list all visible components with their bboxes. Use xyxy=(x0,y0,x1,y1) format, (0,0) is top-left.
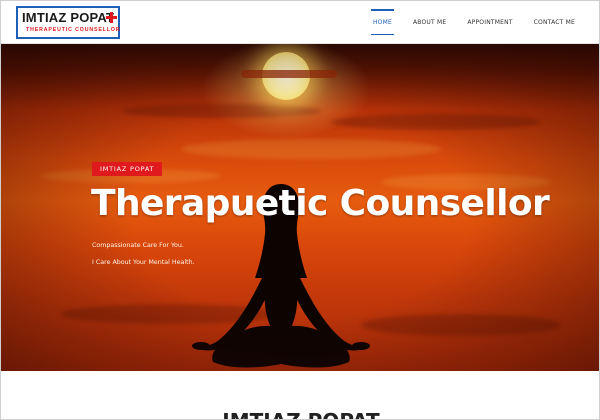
about-section: IMTIAZ POPAT xyxy=(1,371,599,419)
hero-tagline-1: Compassionate Care For You. xyxy=(92,242,184,249)
hero-title: Therapuetic Counsellor xyxy=(91,183,550,224)
red-cross-icon xyxy=(106,12,117,23)
hero-tagline-2: I Care About Your Mental Health. xyxy=(92,259,195,266)
site-logo[interactable]: IMTIAZ POPAT THERAPEUTIC COUNSELLOR xyxy=(16,6,120,39)
hero-banner: IMTIAZ POPAT Therapuetic Counsellor Comp… xyxy=(1,44,599,371)
nav-item-home[interactable]: HOME xyxy=(370,9,394,35)
nav-item-about-me[interactable]: ABOUT ME xyxy=(411,15,448,30)
section-title: IMTIAZ POPAT xyxy=(1,409,599,419)
nav-item-appointment[interactable]: APPOINTMENT xyxy=(465,15,514,30)
logo-name: IMTIAZ POPAT xyxy=(22,10,115,25)
nav-item-contact-me[interactable]: CONTACT ME xyxy=(532,15,577,30)
main-nav: HOME ABOUT ME APPOINTMENT CONTACT ME xyxy=(354,1,577,44)
hero-tag-badge: IMTIAZ POPAT xyxy=(92,162,163,176)
logo-subtitle: THERAPEUTIC COUNSELLOR xyxy=(26,27,121,33)
site-header: IMTIAZ POPAT THERAPEUTIC COUNSELLOR HOME… xyxy=(1,1,599,44)
page: IMTIAZ POPAT THERAPEUTIC COUNSELLOR HOME… xyxy=(0,0,600,420)
